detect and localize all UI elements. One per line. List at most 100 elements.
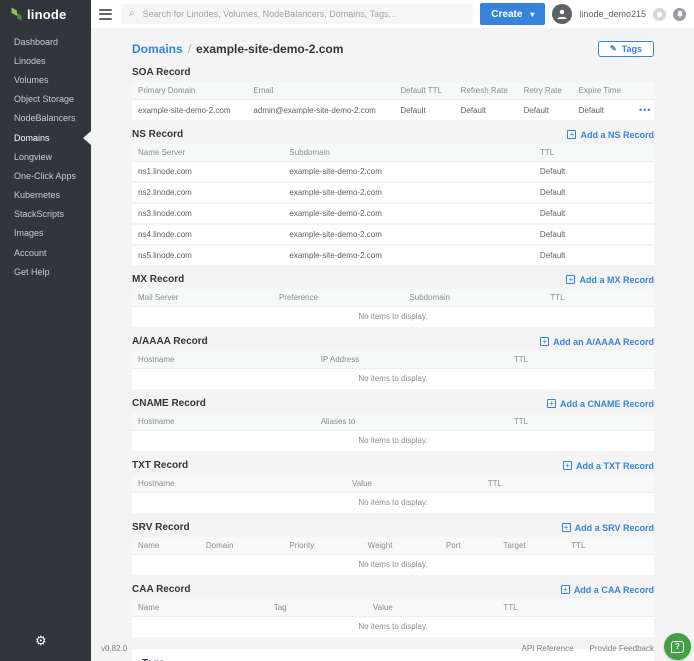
- table-row: ns4.linode.comexample-site-demo-2.comDef…: [132, 224, 654, 245]
- logo[interactable]: linode: [0, 0, 91, 28]
- section-header: TXT Record +Add a TXT Record: [132, 459, 654, 472]
- add-record-link-a-aaaa-record[interactable]: +Add an A/AAAA Record: [540, 337, 654, 347]
- row-actions-icon[interactable]: •••: [639, 105, 648, 115]
- sidebar-item-images[interactable]: Images: [0, 224, 91, 243]
- column-header-name: Name: [132, 537, 200, 555]
- feedback-help-button[interactable]: ?: [664, 633, 691, 660]
- empty-state-text: No items to display.: [132, 369, 654, 391]
- empty-state-text: No items to display.: [132, 431, 654, 453]
- empty-row: No items to display.: [132, 307, 654, 329]
- add-record-link-srv-record[interactable]: +Add a SRV Record: [562, 523, 654, 533]
- section-header: SRV Record +Add a SRV Record: [132, 521, 654, 534]
- sidebar-item-dashboard[interactable]: Dashboard: [0, 32, 91, 51]
- section-title: TXT Record: [132, 460, 188, 471]
- global-search[interactable]: ⌕: [121, 4, 473, 24]
- table-cell: Default: [394, 100, 454, 122]
- table-cell: ns4.linode.com: [132, 224, 283, 245]
- record-table: NameTagValueTTLNo items to display.: [132, 599, 654, 639]
- provide-feedback-link[interactable]: Provide Feedback: [590, 644, 654, 653]
- column-header-subdomain: Subdomain: [283, 144, 534, 162]
- sidebar-item-volumes[interactable]: Volumes: [0, 70, 91, 89]
- sidebar-item-object-storage[interactable]: Object Storage: [0, 90, 91, 109]
- search-input[interactable]: [141, 8, 466, 20]
- search-icon: ⌕: [129, 9, 135, 19]
- app-window: linode DashboardLinodesVolumesObject Sto…: [0, 0, 694, 661]
- notifications-bell-icon[interactable]: [673, 8, 686, 21]
- table-cell: Default: [534, 224, 654, 245]
- footer: v0.82.0 API Reference Provide Feedback: [101, 644, 654, 653]
- table-row: example-site-demo-2.comadmin@example-sit…: [132, 100, 654, 122]
- breadcrumb-domains-link[interactable]: Domains: [132, 42, 183, 56]
- column-header-ttl: TTL: [544, 289, 654, 307]
- column-header-name: Name: [132, 599, 268, 617]
- column-header-hostname: Hostname: [132, 475, 346, 493]
- column-header-value: Value: [367, 599, 498, 617]
- record-table: HostnameIP AddressTTLNo items to display…: [132, 351, 654, 391]
- sidebar-item-stackscripts[interactable]: StackScripts: [0, 205, 91, 224]
- table-cell: ns5.linode.com: [132, 245, 283, 266]
- column-header-default-ttl: Default TTL: [394, 82, 454, 100]
- docs-icon[interactable]: [653, 8, 666, 21]
- sidebar-item-linodes[interactable]: Linodes: [0, 51, 91, 70]
- add-record-link-caa-record[interactable]: + Add a CAA Record: [561, 585, 654, 595]
- edit-tags-button[interactable]: ✎ Tags: [598, 41, 654, 57]
- section-header: CNAME Record+Add a CNAME Record: [132, 397, 654, 410]
- add-record-link-ns-record[interactable]: +Add a NS Record: [567, 130, 654, 140]
- table-cell: Default: [534, 203, 654, 224]
- chevron-down-icon: ▾: [530, 10, 534, 19]
- column-header-ttl: TTL: [508, 351, 654, 369]
- settings-gear-icon[interactable]: ⚙: [35, 633, 47, 649]
- linode-logo-icon: [9, 6, 23, 22]
- empty-state-text: No items to display.: [132, 493, 654, 515]
- add-record-link-mx-record[interactable]: + Add a MX Record: [566, 275, 654, 285]
- table-cell: example-site-demo-2.com: [132, 100, 247, 122]
- table-cell: Default: [534, 162, 654, 183]
- sidebar-item-one-click-apps[interactable]: One-Click Apps: [0, 166, 91, 185]
- column-header-ttl: TTL: [482, 475, 654, 493]
- add-record-label: Add a SRV Record: [575, 523, 654, 533]
- page-title: example-site-demo-2.com: [196, 42, 343, 56]
- add-record-link-txt-record[interactable]: +Add a TXT Record: [563, 461, 654, 471]
- section-title: A/AAAA Record: [132, 336, 208, 347]
- sidebar-item-longview[interactable]: Longview: [0, 147, 91, 166]
- add-record-label: Add a CNAME Record: [560, 399, 654, 409]
- sidebar-item-account[interactable]: Account: [0, 243, 91, 262]
- section-title: SRV Record: [132, 522, 190, 533]
- page-content: Domains / example-site-demo-2.com ✎ Tags…: [91, 28, 694, 661]
- record-table: HostnameAliases toTTLNo items to display…: [132, 413, 654, 453]
- table-cell: ns2.linode.com: [132, 182, 283, 203]
- column-header-actions: [633, 82, 654, 100]
- create-button[interactable]: Create ▾: [480, 3, 545, 25]
- section-header: A/AAAA Record +Add an A/AAAA Record: [132, 335, 654, 348]
- api-reference-link[interactable]: API Reference: [521, 644, 573, 653]
- sidebar-item-get-help[interactable]: Get Help: [0, 262, 91, 281]
- empty-state-text: No items to display.: [132, 555, 654, 577]
- table-cell-actions: •••: [633, 100, 654, 122]
- add-record-label: Add a CAA Record: [574, 585, 654, 595]
- empty-row: No items to display.: [132, 493, 654, 515]
- table-cell: Default: [534, 182, 654, 203]
- empty-state-text: No items to display.: [132, 617, 654, 639]
- avatar[interactable]: [552, 4, 572, 24]
- table-row: ns1.linode.comexample-site-demo-2.comDef…: [132, 162, 654, 183]
- plus-box-icon: +: [561, 585, 570, 594]
- sidebar-item-nodebalancers[interactable]: NodeBalancers: [0, 109, 91, 128]
- plus-box-icon: +: [566, 275, 575, 284]
- table-cell: ns3.linode.com: [132, 203, 283, 224]
- section-srv-record: SRV Record+Add a SRV RecordNameDomainPri…: [132, 521, 654, 577]
- table-row: ns5.linode.comexample-site-demo-2.comDef…: [132, 245, 654, 266]
- column-header-aliases-to: Aliases to: [315, 413, 508, 431]
- sidebar-item-kubernetes[interactable]: Kubernetes: [0, 186, 91, 205]
- section-title: CAA Record: [132, 584, 191, 595]
- version-label: v0.82.0: [101, 644, 127, 653]
- add-record-link-cname-record[interactable]: +Add a CNAME Record: [547, 399, 654, 409]
- hamburger-menu-icon[interactable]: [97, 7, 114, 22]
- record-table: Primary DomainEmailDefault TTLRefresh Ra…: [132, 82, 654, 122]
- column-header-ttl: TTL: [497, 599, 654, 617]
- table-cell: ns1.linode.com: [132, 162, 283, 183]
- add-record-label: Add a MX Record: [579, 275, 654, 285]
- section-cname-record: CNAME Record+Add a CNAME Record HostnameA…: [132, 397, 654, 453]
- sidebar-item-domains[interactable]: Domains: [0, 128, 91, 147]
- username-label[interactable]: linode_demo215: [579, 9, 646, 19]
- column-header-expire-time: Expire Time: [573, 82, 633, 100]
